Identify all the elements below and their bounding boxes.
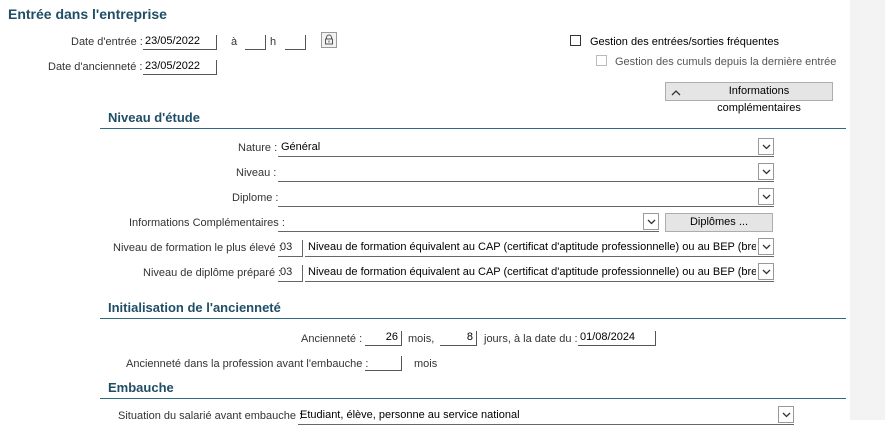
prepare-code-field[interactable]: 03 (278, 265, 303, 282)
profession-seniority-field[interactable] (365, 356, 402, 371)
anciennete-label: Ancienneté : (301, 333, 363, 345)
seniority-date-label: Date d'ancienneté : (48, 61, 143, 73)
nature-select[interactable]: Général (278, 138, 774, 157)
nature-label: Nature : (238, 142, 278, 154)
prepare-label: Niveau de diplôme préparé : (143, 267, 282, 279)
frequent-entries-label: Gestion des entrées/sorties fréquentes (590, 36, 779, 48)
seniority-date-field[interactable]: 23/05/2022 (143, 60, 217, 75)
education-section-header: Niveau d'étude (100, 110, 846, 129)
formation-select[interactable]: Niveau de formation équivalent au CAP (c… (305, 238, 774, 257)
hiring-section-header: Embauche (100, 380, 846, 399)
cumuls-checkbox[interactable] (596, 55, 607, 66)
form-panel: Entrée dans l'entreprise Date d'entrée :… (0, 0, 850, 425)
info-complementaires-label: Informations Complémentaires : (129, 217, 285, 229)
profession-seniority-label: Ancienneté dans la profession avant l'em… (126, 358, 369, 370)
formation-code-field[interactable]: 03 (278, 240, 303, 257)
chevron-down-icon[interactable] (778, 406, 794, 423)
info-complementaires-select[interactable] (278, 213, 659, 232)
chevron-up-icon (671, 90, 681, 96)
hour-field[interactable] (245, 35, 266, 50)
niveau-select[interactable] (278, 163, 774, 182)
info-complementaires-button[interactable]: Informations complémentaires (665, 82, 833, 114)
days-label: jours, à la date du : (484, 333, 578, 345)
lock-icon[interactable] (321, 32, 337, 48)
page-title: Entrée dans l'entreprise (8, 6, 167, 22)
window-margin (850, 0, 885, 420)
situation-select[interactable]: Etudiant, élève, personne au service nat… (298, 406, 794, 425)
entry-date-field[interactable]: 23/05/2022 (143, 35, 217, 50)
months-label: mois, (408, 333, 435, 345)
days-field[interactable]: 8 (440, 331, 477, 346)
diplome-select[interactable] (278, 188, 774, 207)
seniority-section-header: Initialisation de l'ancienneté (100, 300, 846, 319)
at-label: à (231, 36, 238, 48)
niveau-label: Niveau : (236, 167, 277, 179)
h-label: h (270, 36, 277, 48)
profession-unit-label: mois (414, 358, 438, 370)
chevron-down-icon[interactable] (758, 138, 774, 155)
minute-field[interactable] (285, 35, 306, 50)
chevron-down-icon[interactable] (643, 213, 659, 230)
diplomes-button[interactable]: Diplômes ... (665, 213, 773, 232)
cumuls-label: Gestion des cumuls depuis la dernière en… (615, 56, 837, 68)
formation-label: Niveau de formation le plus élevé : (113, 242, 282, 254)
seniority-reference-date-field[interactable]: 01/08/2024 (578, 331, 656, 346)
frequent-entries-checkbox[interactable] (570, 35, 581, 46)
prepare-select[interactable]: Niveau de formation équivalent au CAP (c… (305, 263, 774, 282)
chevron-down-icon[interactable] (758, 238, 774, 255)
situation-label: Situation du salarié avant embauche : (118, 410, 303, 422)
chevron-down-icon[interactable] (758, 163, 774, 180)
chevron-down-icon[interactable] (758, 263, 774, 280)
months-field[interactable]: 26 (365, 331, 402, 346)
diplome-label: Diplome : (232, 192, 279, 204)
chevron-down-icon[interactable] (758, 188, 774, 205)
entry-date-label: Date d'entrée : (71, 36, 143, 48)
